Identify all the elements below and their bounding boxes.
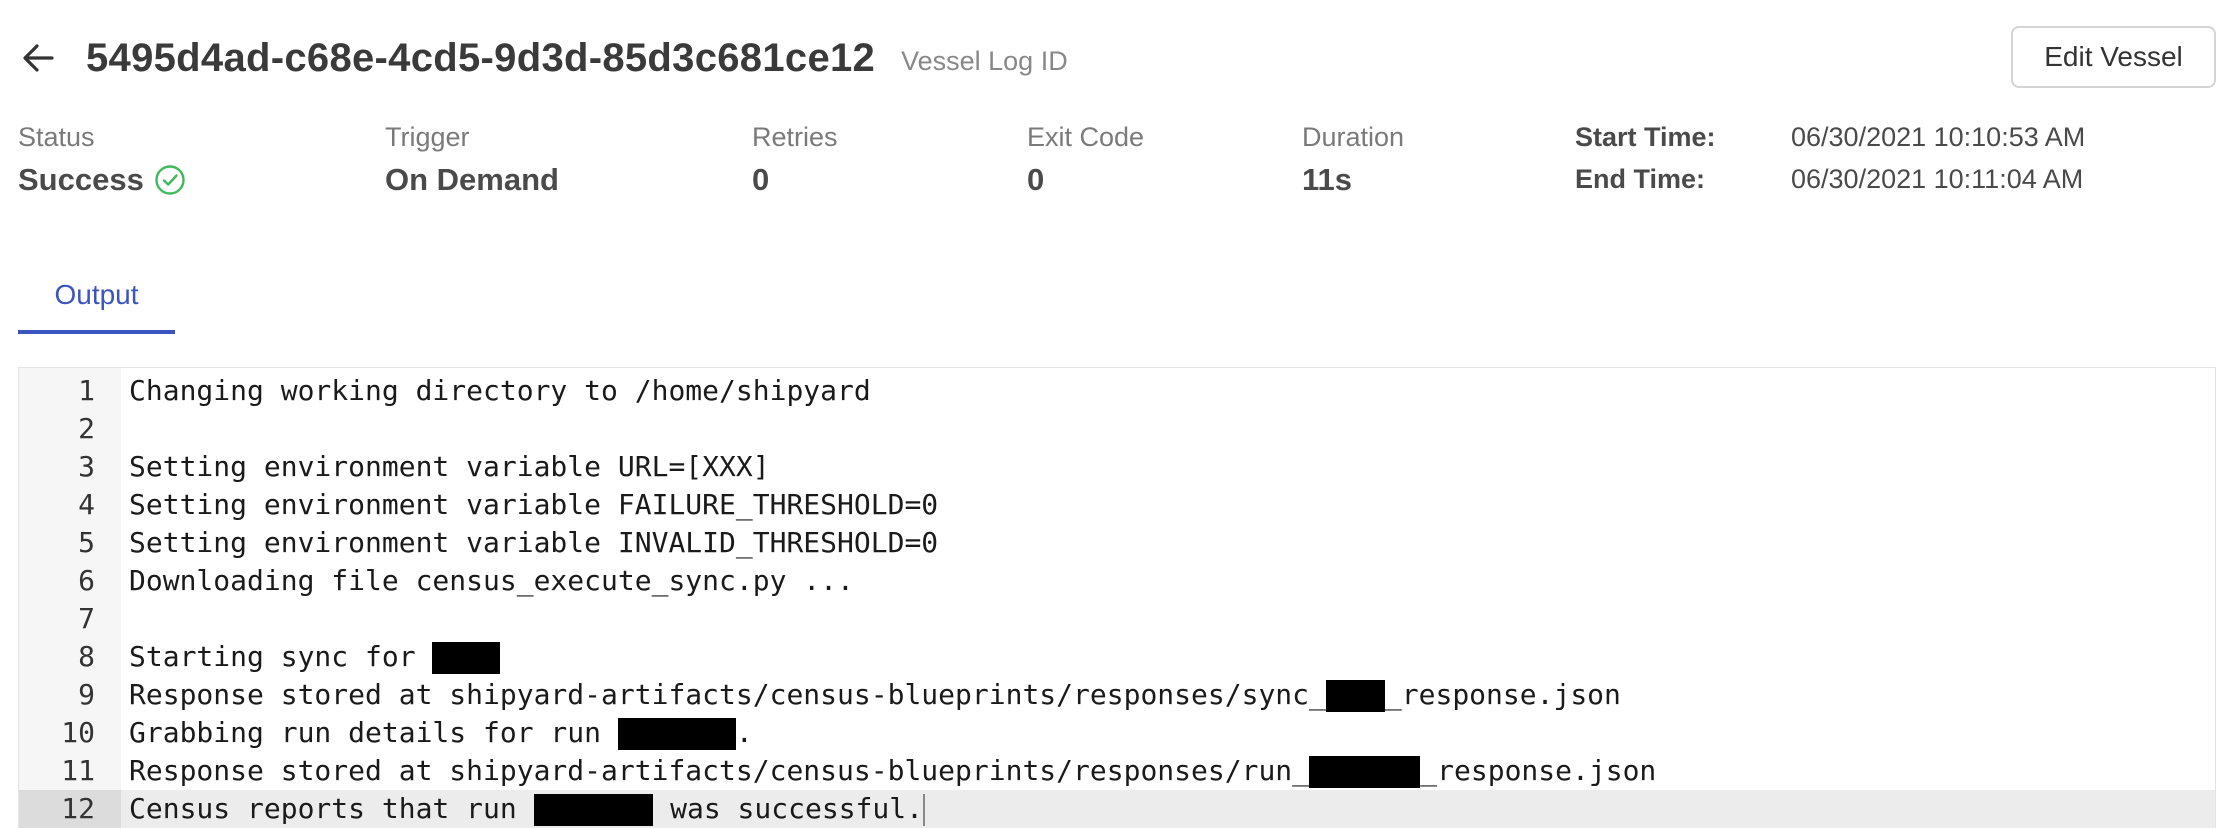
line-number: 12 (19, 790, 121, 828)
line-text: Starting sync for (129, 638, 500, 676)
retries-value: 0 (752, 162, 770, 197)
end-time-value: 06/30/2021 10:11:04 AM (1791, 164, 2084, 194)
line-text: Setting environment variable URL=[XXX] (129, 448, 770, 486)
line-number: 3 (78, 450, 95, 483)
console-line: 9 Response stored at shipyard-artifacts/c… (19, 676, 2215, 714)
line-text: Setting environment variable INVALID_THR… (129, 524, 938, 562)
status-text: Success (18, 162, 144, 197)
line-text: Setting environment variable FAILURE_THR… (129, 486, 938, 524)
line-segment: Changing working directory to /home/ship… (129, 374, 871, 407)
output-console[interactable]: 1 Changing working directory to /home/shi… (18, 367, 2216, 828)
console-line: 4 Setting environment variable FAILURE_TH… (19, 486, 2215, 524)
line-segment: Response stored at shipyard-artifacts/ce… (129, 754, 1310, 787)
retries-label: Retries (752, 122, 838, 152)
console-line: 5 Setting environment variable INVALID_TH… (19, 524, 2215, 562)
line-segment: Setting environment variable URL=[XXX] (129, 450, 770, 483)
line-text: Changing working directory to /home/ship… (129, 372, 871, 410)
line-segment: _response.json (1384, 678, 1621, 711)
stat-exit-code: Exit Code 0 (1027, 120, 1144, 198)
vessel-log-id: 5495d4ad-c68e-4cd5-9d3d-85d3c681ce12 (86, 35, 876, 80)
stat-retries: Retries 0 (752, 120, 838, 198)
redacted-block (617, 718, 736, 750)
end-time-label: End Time: (1575, 164, 1706, 194)
duration-value: 11s (1302, 162, 1353, 197)
line-segment: . (735, 716, 753, 749)
line-number: 2 (78, 412, 95, 445)
console-line: 12 Census reports that run was successful… (19, 790, 2215, 828)
line-segment: Response stored at shipyard-artifacts/ce… (129, 678, 1326, 711)
line-number: 10 (61, 716, 95, 749)
stat-duration: Duration 11s (1302, 120, 1404, 198)
line-segment: was successful. (653, 792, 923, 825)
redacted-block (1309, 756, 1421, 788)
arrow-left-icon[interactable] (18, 38, 58, 78)
line-segment: Grabbing run details for run (129, 716, 618, 749)
trigger-label: Trigger (385, 122, 470, 152)
trigger-value: On Demand (385, 162, 559, 197)
line-number: 9 (78, 678, 95, 711)
console-line: 11 Response stored at shipyard-artifacts/… (19, 752, 2215, 790)
duration-label: Duration (1302, 122, 1405, 152)
tab-output[interactable]: Output (18, 270, 175, 334)
line-segment: Setting environment variable FAILURE_THR… (129, 488, 939, 521)
console-line: 3 Setting environment variable URL=[XXX] (19, 448, 2215, 486)
stat-trigger: Trigger On Demand (385, 120, 559, 198)
line-segment: Downloading file census_execute_sync.py … (129, 564, 854, 597)
line-segment: Setting environment variable INVALID_THR… (129, 526, 939, 559)
console-lines: 1 Changing working directory to /home/shi… (19, 372, 2215, 828)
edit-vessel-button[interactable]: Edit Vessel (2011, 26, 2216, 88)
line-number: 1 (78, 374, 95, 407)
line-text: Census reports that run was successful. (129, 790, 925, 828)
line-number: 4 (78, 488, 95, 521)
console-line: 8 Starting sync for (19, 638, 2215, 676)
console-line: 7 (19, 600, 2215, 638)
stat-status: Status Success (18, 120, 186, 198)
exit-code-value: 0 (1027, 162, 1045, 197)
line-number: 11 (61, 754, 95, 787)
console-line: 2 (19, 410, 2215, 448)
line-text: Response stored at shipyard-artifacts/ce… (129, 752, 1656, 790)
vessel-log-id-label: Vessel Log ID (901, 45, 1068, 76)
line-number: 6 (78, 564, 95, 597)
check-circle-icon (154, 164, 186, 196)
line-number: 7 (78, 602, 95, 635)
redacted-block (432, 642, 500, 674)
redacted-block (533, 794, 654, 826)
console-line: 1 Changing working directory to /home/shi… (19, 372, 2215, 410)
line-number: 5 (78, 526, 95, 559)
line-segment: _response.json (1420, 754, 1657, 787)
text-cursor (922, 794, 925, 826)
exit-code-label: Exit Code (1027, 122, 1145, 152)
status-value: Success (18, 162, 186, 198)
console-line: 10 Grabbing run details for run . (19, 714, 2215, 752)
line-segment: Starting sync for (129, 640, 433, 673)
page-header: 5495d4ad-c68e-4cd5-9d3d-85d3c681ce12 Ves… (18, 26, 1068, 90)
run-times: Start Time: 06/30/2021 10:10:53 AM End T… (1575, 120, 2085, 196)
redacted-block (1325, 680, 1385, 712)
console-line: 6 Downloading file census_execute_sync.py… (19, 562, 2215, 600)
line-segment: Census reports that run (129, 792, 534, 825)
line-number: 8 (78, 640, 95, 673)
line-text: Response stored at shipyard-artifacts/ce… (129, 676, 1621, 714)
status-label: Status (18, 122, 95, 152)
start-time-label: Start Time: (1575, 122, 1716, 152)
line-text: Grabbing run details for run . (129, 714, 753, 752)
line-text: Downloading file census_execute_sync.py … (129, 562, 854, 600)
start-time-value: 06/30/2021 10:10:53 AM (1791, 122, 2086, 152)
